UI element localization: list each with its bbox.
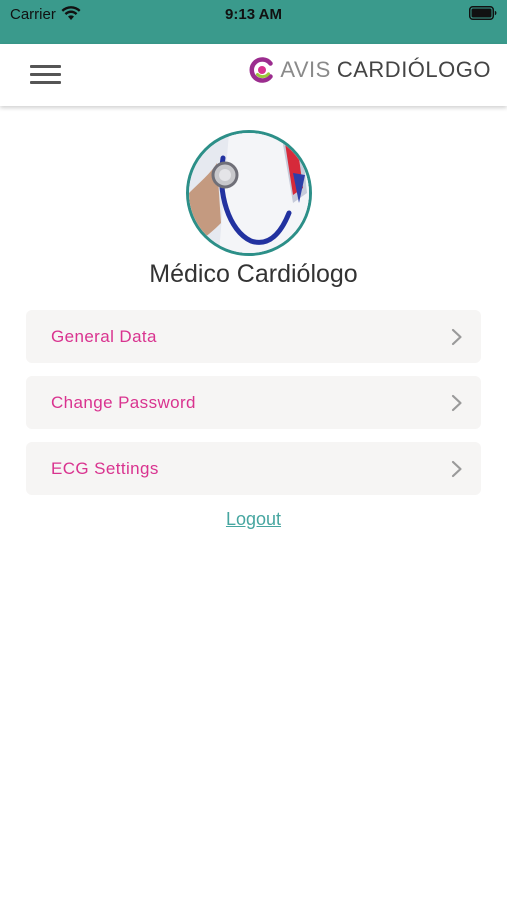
menu-item-label: ECG Settings: [51, 458, 159, 478]
menu-item-change-password[interactable]: Change Password: [26, 376, 481, 429]
status-bar: Carrier 9:13 AM: [0, 0, 507, 44]
avis-logo-icon: [249, 57, 274, 83]
logout-link[interactable]: Logout: [0, 509, 507, 530]
menu-item-label: Change Password: [51, 392, 196, 412]
menu-item-general-data[interactable]: General Data: [26, 310, 481, 363]
avatar-image: [189, 133, 309, 253]
navigation-bar: AVIS CARDIÓLOGO: [0, 44, 507, 106]
doctor-stethoscope-avatar[interactable]: [186, 130, 312, 256]
menu-item-label: General Data: [51, 326, 157, 346]
brand-prefix: AVIS: [280, 57, 331, 82]
profile-name: Médico Cardiólogo: [149, 260, 358, 288]
status-time: 9:13 AM: [225, 6, 282, 23]
brand-logo: AVIS CARDIÓLOGO: [249, 57, 491, 83]
chevron-right-icon: [451, 394, 462, 411]
settings-menu-list: General Data Change Password ECG Setting…: [26, 310, 481, 508]
menu-item-ecg-settings[interactable]: ECG Settings: [26, 442, 481, 495]
battery-icon: [469, 6, 497, 20]
chevron-right-icon: [451, 460, 462, 477]
chevron-right-icon: [451, 328, 462, 345]
brand-name: CARDIÓLOGO: [336, 57, 491, 82]
hamburger-menu-icon[interactable]: [26, 55, 66, 95]
